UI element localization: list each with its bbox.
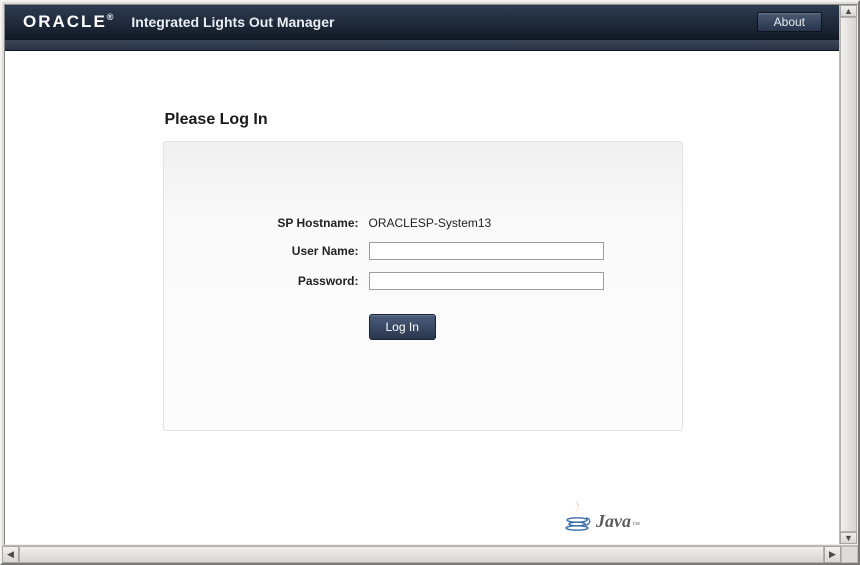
app-header: ORACLE® Integrated Lights Out Manager Ab…: [5, 5, 840, 39]
h-scroll-track[interactable]: [19, 546, 824, 563]
viewport-wrap: ORACLE® Integrated Lights Out Manager Ab…: [2, 2, 858, 545]
login-section: Please Log In SP Hostname: ORACLESP-Syst…: [163, 111, 683, 431]
username-input[interactable]: [369, 242, 604, 260]
login-title: Please Log In: [165, 111, 683, 129]
page: ORACLE® Integrated Lights Out Manager Ab…: [5, 5, 857, 544]
java-cup-icon: [564, 496, 592, 532]
login-button[interactable]: Log In: [369, 314, 436, 340]
os-window-frame: ORACLE® Integrated Lights Out Manager Ab…: [0, 0, 860, 565]
username-label: User Name:: [164, 244, 369, 258]
scroll-up-button[interactable]: ▲: [840, 5, 857, 17]
hostname-label: SP Hostname:: [164, 216, 369, 230]
horizontal-scrollbar[interactable]: ◀ ▶: [2, 545, 858, 563]
brand-text: ORACLE: [23, 12, 107, 31]
password-label: Password:: [164, 274, 369, 288]
password-input[interactable]: [369, 272, 604, 290]
java-text: Java™: [596, 511, 640, 532]
password-row: Password:: [164, 272, 682, 290]
hostname-row: SP Hostname: ORACLESP-System13: [164, 216, 682, 230]
browser-viewport: ORACLE® Integrated Lights Out Manager Ab…: [4, 4, 858, 545]
submit-row: Log In: [164, 314, 682, 340]
scrollbar-corner: [841, 546, 858, 563]
about-button[interactable]: About: [757, 12, 822, 32]
oracle-logo: ORACLE®: [23, 12, 113, 32]
scroll-right-button[interactable]: ▶: [824, 546, 841, 563]
product-title: Integrated Lights Out Manager: [131, 14, 334, 30]
header-subbar: [5, 39, 840, 51]
registered-mark: ®: [107, 12, 114, 22]
java-logo: Java™: [564, 496, 640, 532]
v-scroll-thumb[interactable]: [841, 18, 856, 532]
v-scroll-track[interactable]: [840, 17, 857, 532]
login-card: SP Hostname: ORACLESP-System13 User Name…: [163, 141, 683, 431]
h-scroll-thumb[interactable]: [20, 547, 824, 562]
vertical-scrollbar[interactable]: ▲ ▼: [839, 5, 857, 544]
trademark: ™: [632, 520, 640, 529]
hostname-value: ORACLESP-System13: [369, 216, 492, 230]
username-row: User Name:: [164, 242, 682, 260]
scroll-down-button[interactable]: ▼: [840, 532, 857, 544]
scroll-left-button[interactable]: ◀: [2, 546, 19, 563]
